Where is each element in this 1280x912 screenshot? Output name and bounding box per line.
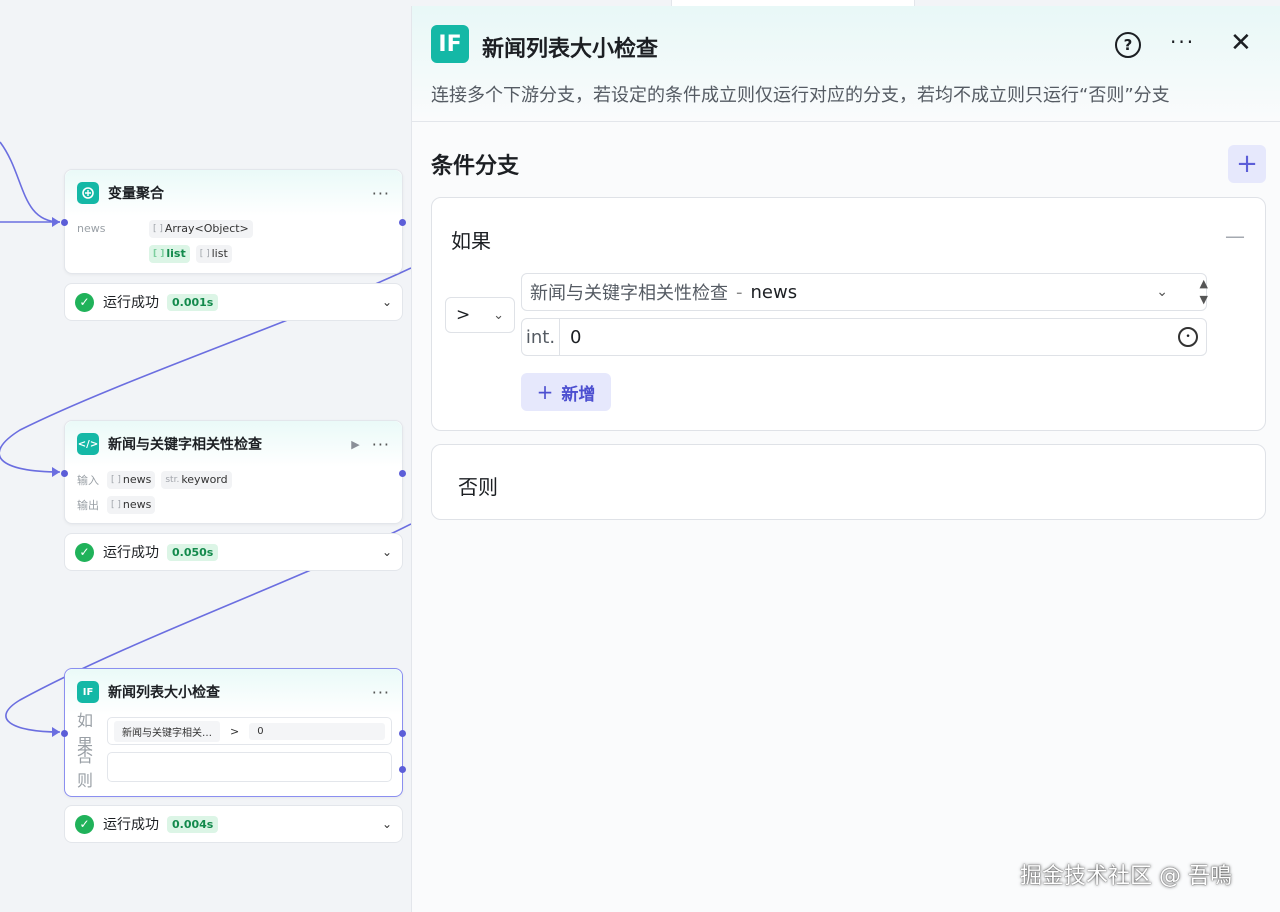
arrow-relevance — [52, 467, 60, 477]
variable-separator: - — [736, 281, 743, 303]
edge-into-aggregate — [0, 141, 61, 223]
status-text: 运行成功 — [103, 295, 159, 311]
more-icon[interactable]: ··· — [372, 184, 390, 203]
watermark: 掘金技术社区 @ 吾鳴 — [1020, 864, 1232, 889]
plus-icon: + — [536, 380, 554, 404]
success-check-icon: ✓ — [75, 292, 94, 312]
add-branch-button[interactable]: + — [1228, 145, 1266, 183]
panel-title[interactable]: 新闻列表大小检查 — [482, 31, 658, 63]
time-badge: 0.001s — [167, 293, 219, 311]
variable-node-name: 新闻与关键字相关性检查 — [530, 283, 728, 304]
workflow-canvas[interactable]: 变量聚合 ··· news [ ] Array<Object> [ ] list [… — [0, 0, 411, 912]
more-icon[interactable]: ··· — [1170, 30, 1195, 54]
variable-aggregate-icon — [77, 182, 99, 204]
add-condition-button[interactable]: + 新增 — [521, 373, 611, 411]
run-status-relevance[interactable]: ✓ 运行成功 0.050s ⌄ — [64, 533, 403, 571]
input-port[interactable] — [61, 730, 68, 737]
run-status-aggregate[interactable]: ✓ 运行成功 0.001s ⌄ — [64, 283, 403, 321]
node-list-size-check[interactable]: IF 新闻列表大小检查 ··· 如果 新闻与关键字相关… > 0 否则 — [61, 668, 406, 797]
output-tag-news: [ ] news — [107, 495, 156, 514]
input-tag-keyword: str. keyword — [161, 470, 232, 489]
else-label: 否则 — [458, 475, 498, 499]
close-icon[interactable]: ✕ — [1230, 28, 1252, 58]
condition-value: 0 — [249, 722, 385, 740]
output-label: news — [77, 222, 106, 235]
output-port[interactable] — [399, 470, 406, 477]
if-icon: IF — [431, 25, 469, 63]
node-config-panel: IF 新闻列表大小检查 ? ··· ✕ 连接多个下游分支，若设定的条件成立则仅运… — [411, 6, 1280, 912]
panel-description: 连接多个下游分支，若设定的条件成立则仅运行对应的分支，若均不成立则只运行“否则”… — [431, 85, 1170, 106]
operator-value: > — [456, 305, 471, 325]
time-badge: 0.050s — [167, 543, 219, 561]
else-branch-card: 否则 — [431, 444, 1266, 520]
variable-key: news — [750, 281, 798, 303]
chevron-down-icon[interactable]: ⌄ — [382, 295, 392, 309]
more-icon[interactable]: ··· — [372, 435, 390, 454]
if-branch-card: 如果 — > ⌄ 新闻与关键字相关性检查 - news ⌄ ▲ ▼ int. 0 … — [431, 197, 1266, 431]
value-input[interactable]: int. 0 • — [521, 318, 1207, 356]
relevance-input-row: 输入 [ ] news str. keyword — [65, 467, 402, 492]
stepper-icon[interactable]: ▲ ▼ — [1200, 276, 1208, 308]
node-title: 新闻与关键字相关性检查 — [108, 437, 262, 453]
status-text: 运行成功 — [103, 545, 159, 561]
node-relevance-check[interactable]: </> 新闻与关键字相关性检查 ▶ ··· 输入 [ ] news str. key… — [61, 420, 406, 524]
input-port[interactable] — [61, 470, 68, 477]
aggregate-vars-row: [ ] list [ ] list — [65, 241, 402, 266]
code-icon: </> — [77, 433, 99, 455]
aggregate-output-row: news [ ] Array<Object> — [65, 216, 402, 241]
success-check-icon: ✓ — [75, 814, 94, 834]
if-icon: IF — [77, 681, 99, 703]
output-type-tag: [ ] Array<Object> — [149, 219, 253, 238]
panel-header: IF 新闻列表大小检查 ? ··· ✕ 连接多个下游分支，若设定的条件成立则仅运… — [412, 6, 1280, 122]
node-title: 变量聚合 — [108, 186, 164, 202]
if-label: 如果 — [451, 229, 491, 253]
node-variable-aggregate[interactable]: 变量聚合 ··· news [ ] Array<Object> [ ] list [… — [61, 169, 406, 274]
input-label: 输入 — [77, 473, 99, 487]
collapse-icon[interactable]: — — [1225, 224, 1245, 248]
condition-operator: > — [230, 724, 240, 738]
chevron-down-icon[interactable]: ⌄ — [382, 817, 392, 831]
section-title: 条件分支 — [431, 154, 520, 179]
node-header: 变量聚合 ··· — [65, 170, 402, 216]
else-branch-row: 否则 — [65, 747, 402, 790]
arrow-aggregate — [52, 217, 60, 227]
condition-variable: 新闻与关键字相关… — [114, 720, 220, 742]
input-tag-news: [ ] news — [107, 470, 156, 489]
node-header: IF 新闻列表大小检查 ··· — [65, 669, 402, 715]
more-icon[interactable]: ··· — [372, 683, 390, 702]
condition-summary[interactable]: 新闻与关键字相关… > 0 — [107, 717, 392, 745]
else-box[interactable] — [107, 752, 392, 782]
node-header: </> 新闻与关键字相关性检查 ▶ ··· — [65, 421, 402, 467]
status-text: 运行成功 — [103, 817, 159, 833]
relevance-output-row: 输出 [ ] news — [65, 492, 402, 517]
time-badge: 0.004s — [167, 815, 219, 833]
chevron-down-icon: ⌄ — [493, 307, 504, 323]
variable-toggle-icon[interactable]: • — [1178, 327, 1198, 347]
var-tag-list-highlighted: [ ] list — [149, 244, 190, 263]
output-label: 输出 — [77, 498, 99, 512]
variable-select[interactable]: 新闻与关键字相关性检查 - news ⌄ ▲ ▼ — [521, 273, 1208, 311]
if-branch-row: 如果 新闻与关键字相关… > 0 — [65, 711, 402, 754]
else-output-port[interactable] — [399, 766, 406, 773]
var-tag-list: [ ] list — [195, 244, 232, 263]
chevron-down-icon: ⌄ — [1156, 284, 1168, 300]
success-check-icon: ✓ — [75, 542, 94, 562]
operator-select[interactable]: > ⌄ — [445, 297, 515, 333]
add-condition-label: 新增 — [561, 384, 596, 405]
input-port[interactable] — [61, 219, 68, 226]
play-icon[interactable]: ▶ — [351, 438, 359, 451]
arrow-if — [52, 727, 60, 737]
else-label: 否则 — [77, 747, 94, 790]
value-type-label: int. — [522, 319, 560, 355]
if-output-port[interactable] — [399, 730, 406, 737]
help-icon[interactable]: ? — [1115, 32, 1141, 58]
chevron-down-icon[interactable]: ⌄ — [382, 545, 392, 559]
node-title: 新闻列表大小检查 — [108, 685, 220, 701]
value-text: 0 — [570, 326, 582, 348]
run-status-if[interactable]: ✓ 运行成功 0.004s ⌄ — [64, 805, 403, 843]
output-port[interactable] — [399, 219, 406, 226]
